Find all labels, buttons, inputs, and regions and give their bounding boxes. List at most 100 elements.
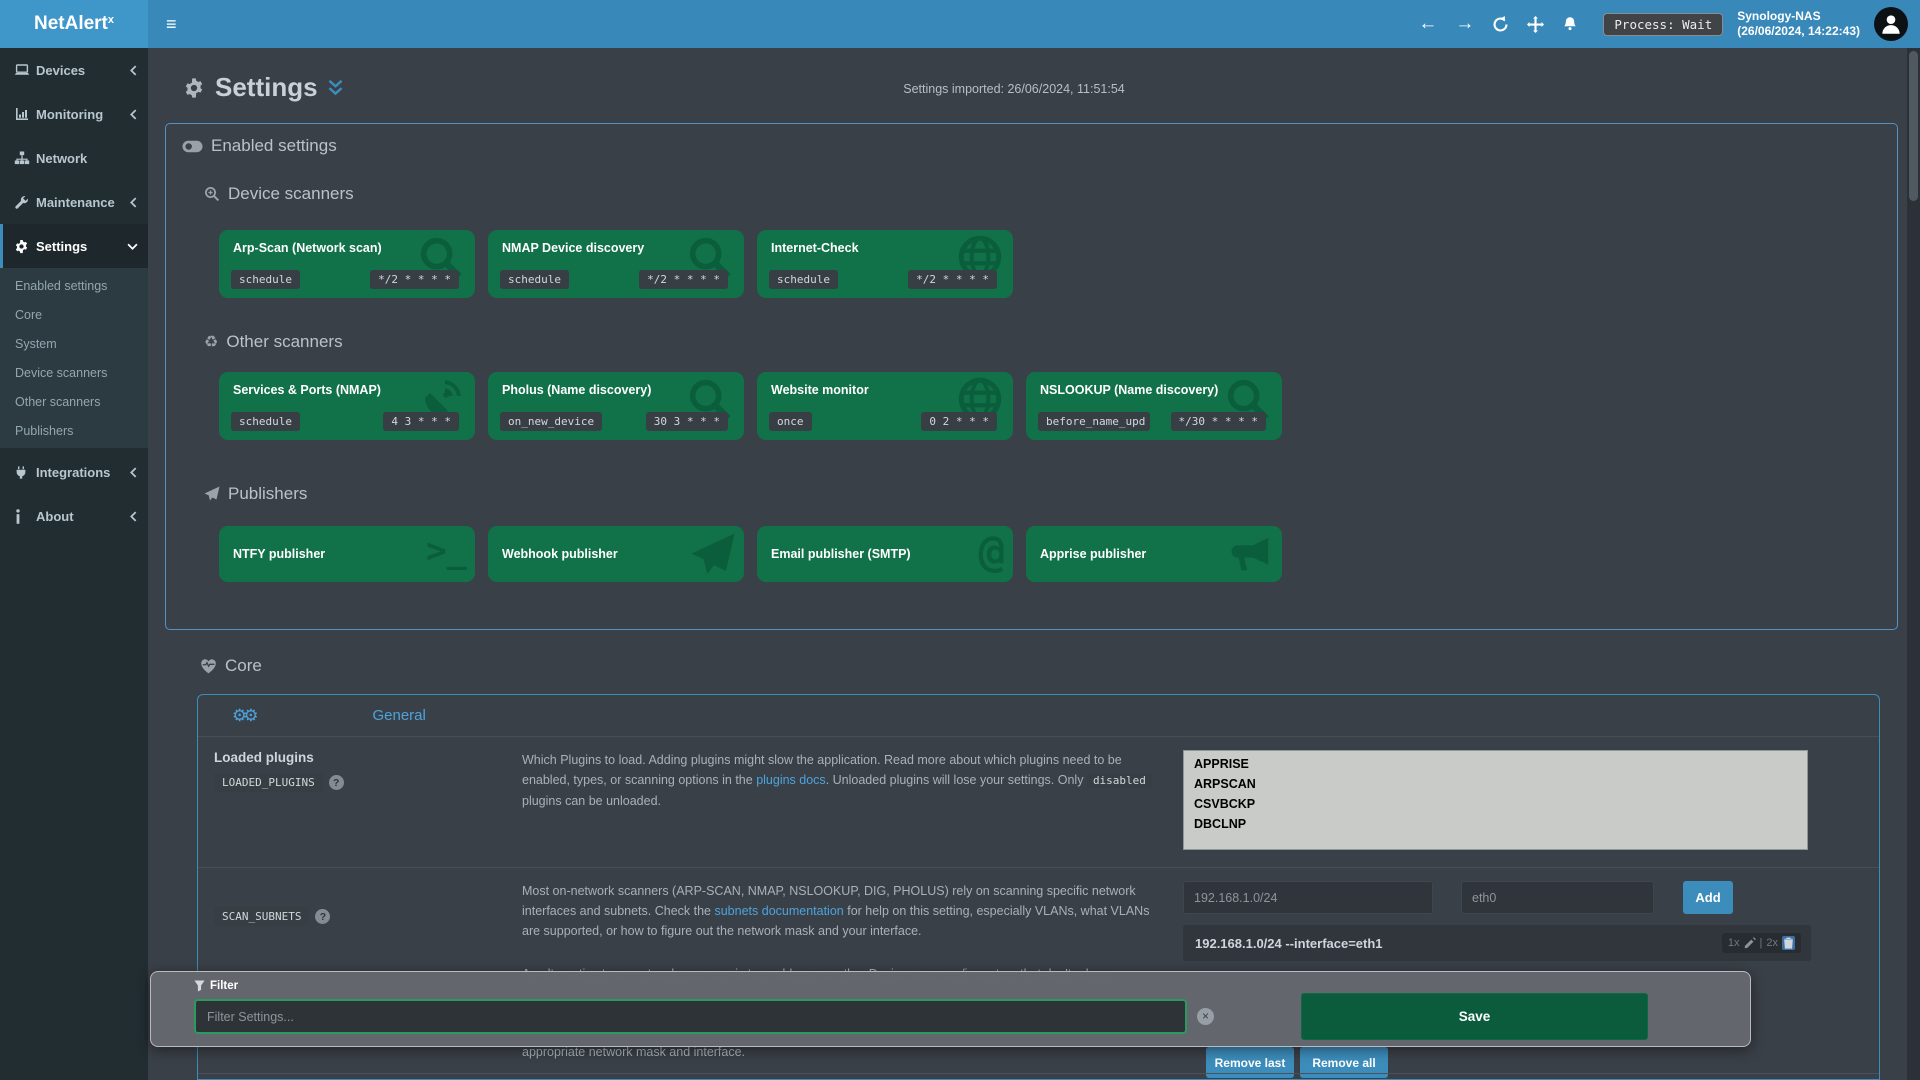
top-navbar: NetAlertx ≡ ← → Process: Wait Synology-N… <box>0 0 1920 48</box>
recycle-icon: ♻ <box>204 332 218 352</box>
gears-icon: ⚙⚙ <box>232 706 254 726</box>
chart-icon <box>14 106 36 122</box>
sidebar-item-maintenance[interactable]: Maintenance <box>0 180 148 224</box>
user-avatar[interactable] <box>1874 7 1908 41</box>
loaded-plugins-listbox[interactable]: APPRISE ARPSCAN CSVBCKP DBCLNP <box>1183 750 1808 850</box>
interface-input[interactable] <box>1461 881 1654 914</box>
sidebar-item-settings[interactable]: Settings <box>0 224 148 268</box>
schedule-type-badge: once <box>769 412 812 431</box>
schedule-type-badge: on_new_device <box>500 412 602 431</box>
setting-row-loaded-plugins: Loaded plugins LOADED_PLUGINS ? Which Pl… <box>198 737 1879 867</box>
clear-filter-icon[interactable]: × <box>1197 1008 1214 1025</box>
plugin-option[interactable]: CSVBCKP <box>1184 794 1807 814</box>
enabled-settings-card: Enabled settings Device scanners Arp-Sca… <box>165 123 1898 630</box>
edit-icon[interactable] <box>1744 937 1756 949</box>
sidebar-item-network[interactable]: Network <box>0 136 148 180</box>
sidebar-item-label: Monitoring <box>36 107 129 122</box>
plugin-tile-email-smtp[interactable]: @ Email publisher (SMTP) <box>757 526 1013 582</box>
add-subnet-button[interactable]: Add <box>1683 881 1733 914</box>
cron-badge: 30 3 * * * <box>646 412 728 431</box>
filter-settings-input[interactable] <box>194 999 1187 1034</box>
chevron-down-icon <box>127 242 138 251</box>
tab-general[interactable]: General <box>372 707 425 724</box>
sidebar-item-label: Maintenance <box>36 195 129 210</box>
heart-pulse-icon <box>200 658 217 674</box>
submenu-publishers[interactable]: Publishers <box>0 416 148 445</box>
chevron-left-icon <box>129 467 138 478</box>
host-info: Synology-NAS (26/06/2024, 14:22:43) <box>1737 9 1860 39</box>
filter-label: Filter <box>210 980 238 992</box>
sidebar-item-devices[interactable]: Devices <box>0 48 148 92</box>
submenu-system[interactable]: System <box>0 329 148 358</box>
chevron-left-icon <box>129 109 138 120</box>
cron-badge: 0 2 * * * <box>921 412 997 431</box>
schedule-type-badge: schedule <box>231 270 300 289</box>
plugin-option[interactable]: ARPSCAN <box>1184 774 1807 794</box>
chevron-left-icon <box>129 65 138 76</box>
subnets-documentation-link[interactable]: subnets documentation <box>714 904 843 918</box>
gear-icon <box>14 239 36 254</box>
plugin-tile-nmapdev[interactable]: NMAP Device discovery schedule*/2 * * * … <box>488 230 744 298</box>
plugin-tile-arpscan[interactable]: Arp-Scan (Network scan) schedule*/2 * * … <box>219 230 475 298</box>
submenu-device-scanners[interactable]: Device scanners <box>0 358 148 387</box>
laptop-icon <box>14 62 36 78</box>
plugin-tile-internet-check[interactable]: Internet-Check schedule*/2 * * * * <box>757 230 1013 298</box>
move-icon[interactable] <box>1527 16 1544 33</box>
plugin-tile-website-monitor[interactable]: Website monitor once0 2 * * * <box>757 372 1013 440</box>
group-title: Other scanners <box>226 332 342 352</box>
nav-forward-icon[interactable]: → <box>1455 13 1474 35</box>
plugin-tile-apprise[interactable]: Apprise publisher <box>1026 526 1282 582</box>
disabled-chip: disabled <box>1087 773 1152 788</box>
setting-key-badge: LOADED_PLUGINS <box>214 773 323 792</box>
nav-back-icon[interactable]: ← <box>1418 13 1437 35</box>
submenu-core[interactable]: Core <box>0 300 148 329</box>
wrench-icon <box>14 195 36 210</box>
setting-key-badge: SCAN_SUBNETS <box>214 907 309 926</box>
funnel-icon <box>194 980 205 992</box>
plugin-option[interactable]: DBCLNP <box>1184 814 1807 834</box>
sidebar-item-about[interactable]: About <box>0 494 148 538</box>
sidebar-item-label: Integrations <box>36 465 129 480</box>
save-button[interactable]: Save <box>1301 993 1648 1040</box>
main-content: Settings Settings imported: 26/06/2024, … <box>148 48 1920 1080</box>
page-scrollbar[interactable] <box>1907 48 1920 1080</box>
subnet-input[interactable] <box>1183 881 1433 914</box>
submenu-enabled-settings[interactable]: Enabled settings <box>0 271 148 300</box>
app-logo[interactable]: NetAlertx <box>0 0 148 48</box>
setting-label: Loaded plugins <box>214 750 522 765</box>
at-sign-icon: @ <box>979 528 1006 576</box>
sidebar-item-label: Settings <box>36 239 127 254</box>
subnet-value: 192.168.1.0/24 --interface=eth1 <box>1195 936 1722 951</box>
sidebar-item-monitoring[interactable]: Monitoring <box>0 92 148 136</box>
plugins-docs-link[interactable]: plugins docs <box>756 773 826 787</box>
schedule-type-badge: schedule <box>500 270 569 289</box>
group-title: Device scanners <box>228 184 354 204</box>
help-icon[interactable]: ? <box>315 909 330 924</box>
bell-icon[interactable] <box>1562 16 1578 32</box>
help-icon[interactable]: ? <box>329 775 344 790</box>
plugin-option[interactable]: APPRISE <box>1184 754 1807 774</box>
chevron-left-icon <box>129 197 138 208</box>
host-timestamp: (26/06/2024, 14:22:43) <box>1737 24 1860 39</box>
trash-icon[interactable] <box>1782 936 1795 950</box>
settings-imported-status: Settings imported: 26/06/2024, 11:51:54 <box>148 82 1880 96</box>
plugin-tile-pholus[interactable]: Pholus (Name discovery) on_new_device30 … <box>488 372 744 440</box>
schedule-type-badge: schedule <box>231 412 300 431</box>
plugin-tile-nmap-services[interactable]: Services & Ports (NMAP) schedule4 3 * * … <box>219 372 475 440</box>
sidebar-item-label: Network <box>36 151 138 166</box>
setting-description-tail: appropriate network mask and interface. <box>522 1045 745 1059</box>
refresh-icon[interactable] <box>1492 16 1509 33</box>
sidebar-toggle-icon[interactable]: ≡ <box>148 0 195 48</box>
plugin-tile-nslookup[interactable]: NSLOOKUP (Name discovery) before_name_up… <box>1026 372 1282 440</box>
scrollbar-thumb[interactable] <box>1909 51 1918 201</box>
sitemap-icon <box>14 150 36 166</box>
sidebar-item-label: Devices <box>36 63 129 78</box>
subnet-list-item[interactable]: 192.168.1.0/24 --interface=eth1 1x | 2x <box>1183 925 1811 961</box>
plugin-tile-webhook[interactable]: Webhook publisher <box>488 526 744 582</box>
plugin-tile-ntfy[interactable]: >_ NTFY publisher <box>219 526 475 582</box>
cron-badge: */2 * * * * <box>908 270 997 289</box>
sidebar: Devices Monitoring Network Maintenance S… <box>0 48 148 1080</box>
sidebar-item-integrations[interactable]: Integrations <box>0 450 148 494</box>
core-tabbar: ⚙⚙ General <box>198 695 1879 737</box>
submenu-other-scanners[interactable]: Other scanners <box>0 387 148 416</box>
